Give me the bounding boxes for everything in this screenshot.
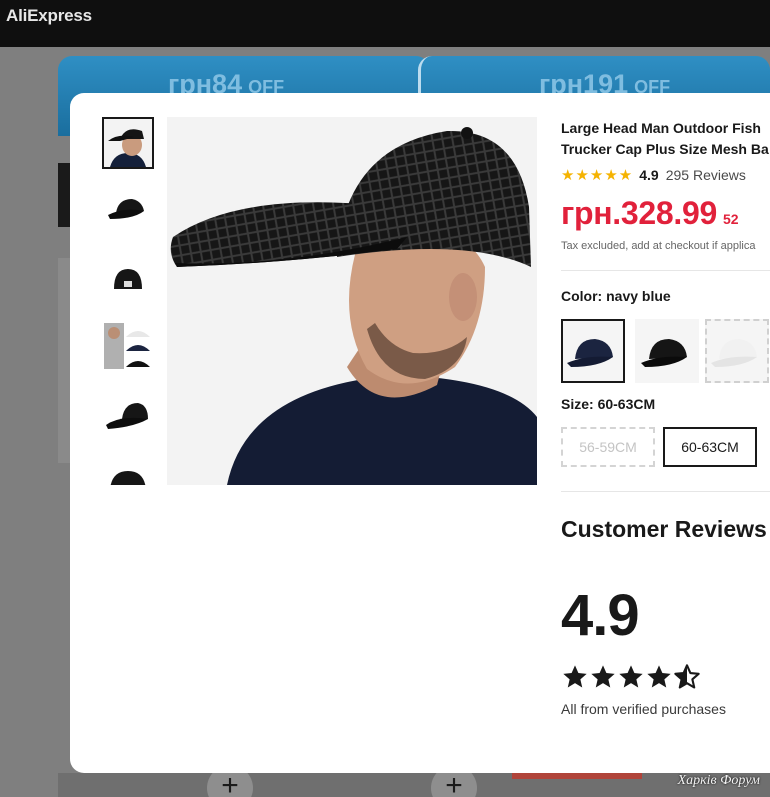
product-title[interactable]: Large Head Man Outdoor Fish Trucker Cap … bbox=[561, 118, 770, 160]
thumbnail-6[interactable] bbox=[102, 457, 154, 485]
navy-cap-icon bbox=[567, 339, 613, 367]
product-quick-view-modal: Large Head Man Outdoor Fish Trucker Cap … bbox=[70, 93, 770, 773]
half-star-icon bbox=[674, 664, 700, 689]
thumbnail-2[interactable] bbox=[102, 185, 154, 237]
man-wearing-mesh-cap-image bbox=[167, 117, 537, 485]
background-accent-strip bbox=[512, 773, 642, 779]
rating-stars bbox=[561, 663, 705, 691]
rating-summary[interactable]: ★★★★★ 4.9 295 Reviews bbox=[561, 166, 746, 184]
customer-reviews-heading: Customer Reviews bbox=[561, 516, 767, 542]
divider bbox=[561, 491, 770, 492]
white-cap-icon bbox=[711, 339, 757, 367]
black-cap-side-image bbox=[104, 391, 152, 439]
logo-text: AliExpress bbox=[6, 6, 92, 25]
background-product-row bbox=[58, 773, 770, 797]
thumbnail-1[interactable] bbox=[102, 117, 154, 169]
background-product-card bbox=[58, 258, 70, 463]
size-label: Size: 60-63CM bbox=[561, 396, 656, 412]
black-cap-back-image bbox=[104, 255, 152, 303]
current-price: грн.328.99 bbox=[561, 195, 717, 231]
thumbnail-list[interactable] bbox=[102, 117, 154, 485]
color-swatch-navy[interactable] bbox=[561, 319, 625, 383]
background-product-image bbox=[58, 163, 70, 227]
thumbnail-3[interactable] bbox=[102, 253, 154, 305]
star-rating-icon: ★★★★★ bbox=[561, 167, 634, 184]
thumbnail-4[interactable] bbox=[102, 321, 154, 373]
color-label: Color: navy blue bbox=[561, 288, 671, 304]
star-icon bbox=[619, 665, 643, 688]
top-bar: AliExpress bbox=[0, 0, 770, 47]
man-with-cap-image bbox=[104, 119, 152, 167]
star-icon bbox=[563, 665, 587, 688]
verified-purchases-note: All from verified purchases bbox=[561, 701, 726, 717]
black-cap-icon bbox=[641, 339, 687, 367]
product-title-line-2: Trucker Cap Plus Size Mesh Ba bbox=[561, 141, 769, 157]
tax-note: Tax excluded, add at checkout if applica bbox=[561, 240, 756, 252]
review-count[interactable]: 295 Reviews bbox=[666, 167, 746, 183]
size-option-60-63[interactable]: 60-63CM bbox=[663, 427, 757, 467]
star-icon bbox=[591, 665, 615, 688]
average-rating: 4.9 bbox=[561, 583, 640, 648]
price-block: грн.328.99 52 bbox=[561, 195, 739, 232]
black-cap-image bbox=[104, 459, 152, 485]
rating-value: 4.9 bbox=[639, 167, 659, 183]
watermark: Харків Форум bbox=[677, 773, 760, 788]
cap-colors-image bbox=[104, 323, 152, 371]
product-title-line-1: Large Head Man Outdoor Fish bbox=[561, 120, 761, 136]
star-icon bbox=[647, 665, 671, 688]
product-main-image[interactable] bbox=[167, 117, 537, 485]
size-option-56-59[interactable]: 56-59CM bbox=[561, 427, 655, 467]
original-price: 52 bbox=[722, 211, 739, 227]
color-swatch-black[interactable] bbox=[635, 319, 699, 383]
color-swatch-white[interactable] bbox=[705, 319, 769, 383]
aliexpress-logo[interactable]: AliExpress bbox=[6, 6, 92, 26]
divider bbox=[561, 270, 770, 271]
thumbnail-5[interactable] bbox=[102, 389, 154, 441]
black-cap-image bbox=[104, 187, 152, 235]
